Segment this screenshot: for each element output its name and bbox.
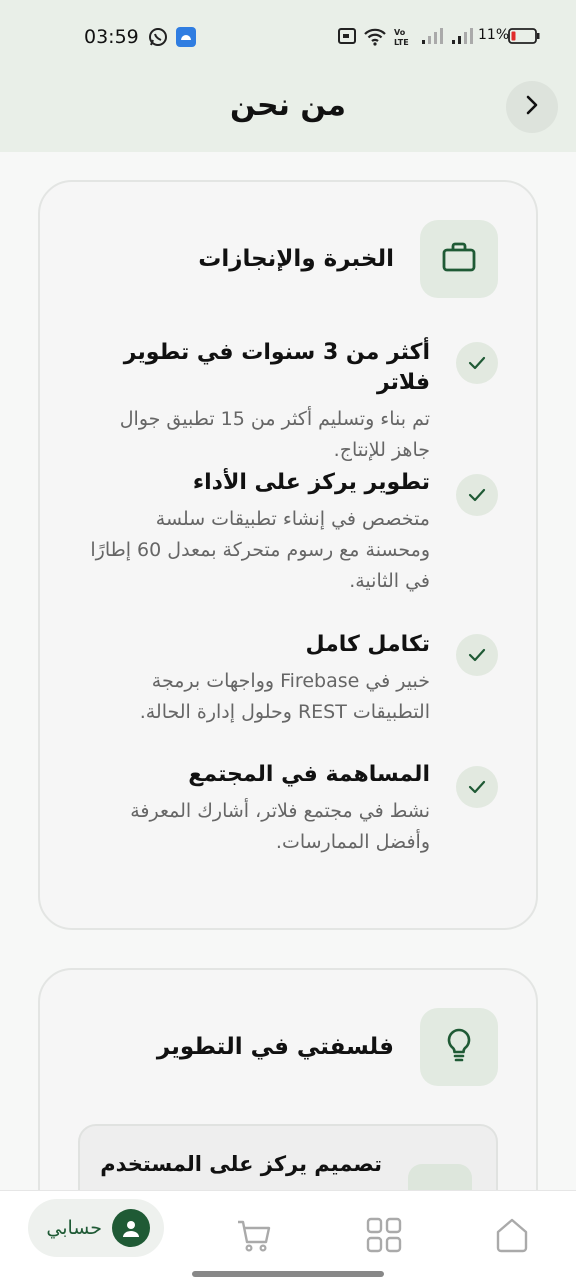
item-desc: متخصص في إنشاء تطبيقات سلسة ومحسنة مع رس… bbox=[90, 508, 430, 592]
bottom-navigation: حسابي bbox=[0, 1190, 576, 1280]
app-bar: 03:59 Vo LTE 11% من نحن bbox=[0, 0, 576, 152]
status-time: 03:59 bbox=[84, 26, 139, 48]
item-title: المساهمة في المجتمع bbox=[188, 762, 430, 787]
whatsapp-icon bbox=[148, 27, 168, 51]
lightbulb-icon bbox=[446, 1028, 472, 1066]
page-title: من نحن bbox=[230, 88, 346, 123]
grid-icon[interactable] bbox=[366, 1217, 402, 1257]
signal-icon bbox=[422, 28, 444, 48]
item-desc: تم بناء وتسليم أكثر من 15 تطبيق جوال جاه… bbox=[119, 408, 430, 461]
item-desc: خبير في Firebase وواجهات برمجة التطبيقات… bbox=[139, 670, 430, 723]
battery-percent: 11% bbox=[478, 27, 510, 43]
svg-text:LTE: LTE bbox=[394, 38, 409, 47]
account-avatar-icon bbox=[112, 1209, 150, 1247]
philosophy-icon-box bbox=[420, 1008, 498, 1086]
experience-icon-box bbox=[420, 220, 498, 298]
experience-item: تكامل كامل خبير في Firebase وواجهات برمج… bbox=[90, 630, 430, 728]
check-icon bbox=[456, 634, 498, 676]
experience-item: أكثر من 3 سنوات في تطوير فلاتر تم بناء و… bbox=[90, 338, 430, 466]
experience-card: الخبرة والإنجازات أكثر من 3 سنوات في تطو… bbox=[38, 180, 538, 930]
cart-icon[interactable] bbox=[236, 1217, 272, 1257]
android-notification-icon bbox=[176, 27, 196, 51]
item-title: تطوير يركز على الأداء bbox=[192, 470, 430, 495]
signal-icon-2 bbox=[452, 28, 474, 48]
home-icon[interactable] bbox=[494, 1217, 530, 1257]
item-desc: نشط في مجتمع فلاتر، أشارك المعرفة وأفضل … bbox=[130, 800, 430, 853]
experience-item: تطوير يركز على الأداء متخصص في إنشاء تطب… bbox=[90, 468, 430, 597]
item-title: تكامل كامل bbox=[305, 632, 430, 657]
wifi-icon bbox=[364, 28, 386, 50]
experience-title: الخبرة والإنجازات bbox=[198, 246, 394, 272]
check-icon bbox=[456, 766, 498, 808]
item-title: أكثر من 3 سنوات في تطوير فلاتر bbox=[123, 340, 430, 395]
home-indicator bbox=[192, 1271, 384, 1277]
battery-icon bbox=[508, 28, 540, 48]
chevron-right-icon bbox=[521, 94, 543, 120]
sim-card-icon bbox=[338, 28, 356, 48]
check-icon bbox=[456, 342, 498, 384]
volte-icon: Vo LTE bbox=[394, 27, 416, 51]
back-button[interactable] bbox=[506, 81, 558, 133]
svg-text:Vo: Vo bbox=[394, 28, 406, 37]
experience-item: المساهمة في المجتمع نشط في مجتمع فلاتر، … bbox=[90, 760, 430, 858]
check-icon bbox=[456, 474, 498, 516]
nav-account-label: حسابي bbox=[46, 1217, 102, 1239]
status-bar: 03:59 Vo LTE 11% bbox=[0, 0, 576, 72]
philosophy-title: فلسفتي في التطوير bbox=[156, 1034, 394, 1060]
nav-account-tab[interactable]: حسابي bbox=[28, 1199, 164, 1257]
briefcase-icon bbox=[442, 242, 476, 276]
philosophy-item-title: تصميم يركز على المستخدم bbox=[100, 1152, 382, 1176]
